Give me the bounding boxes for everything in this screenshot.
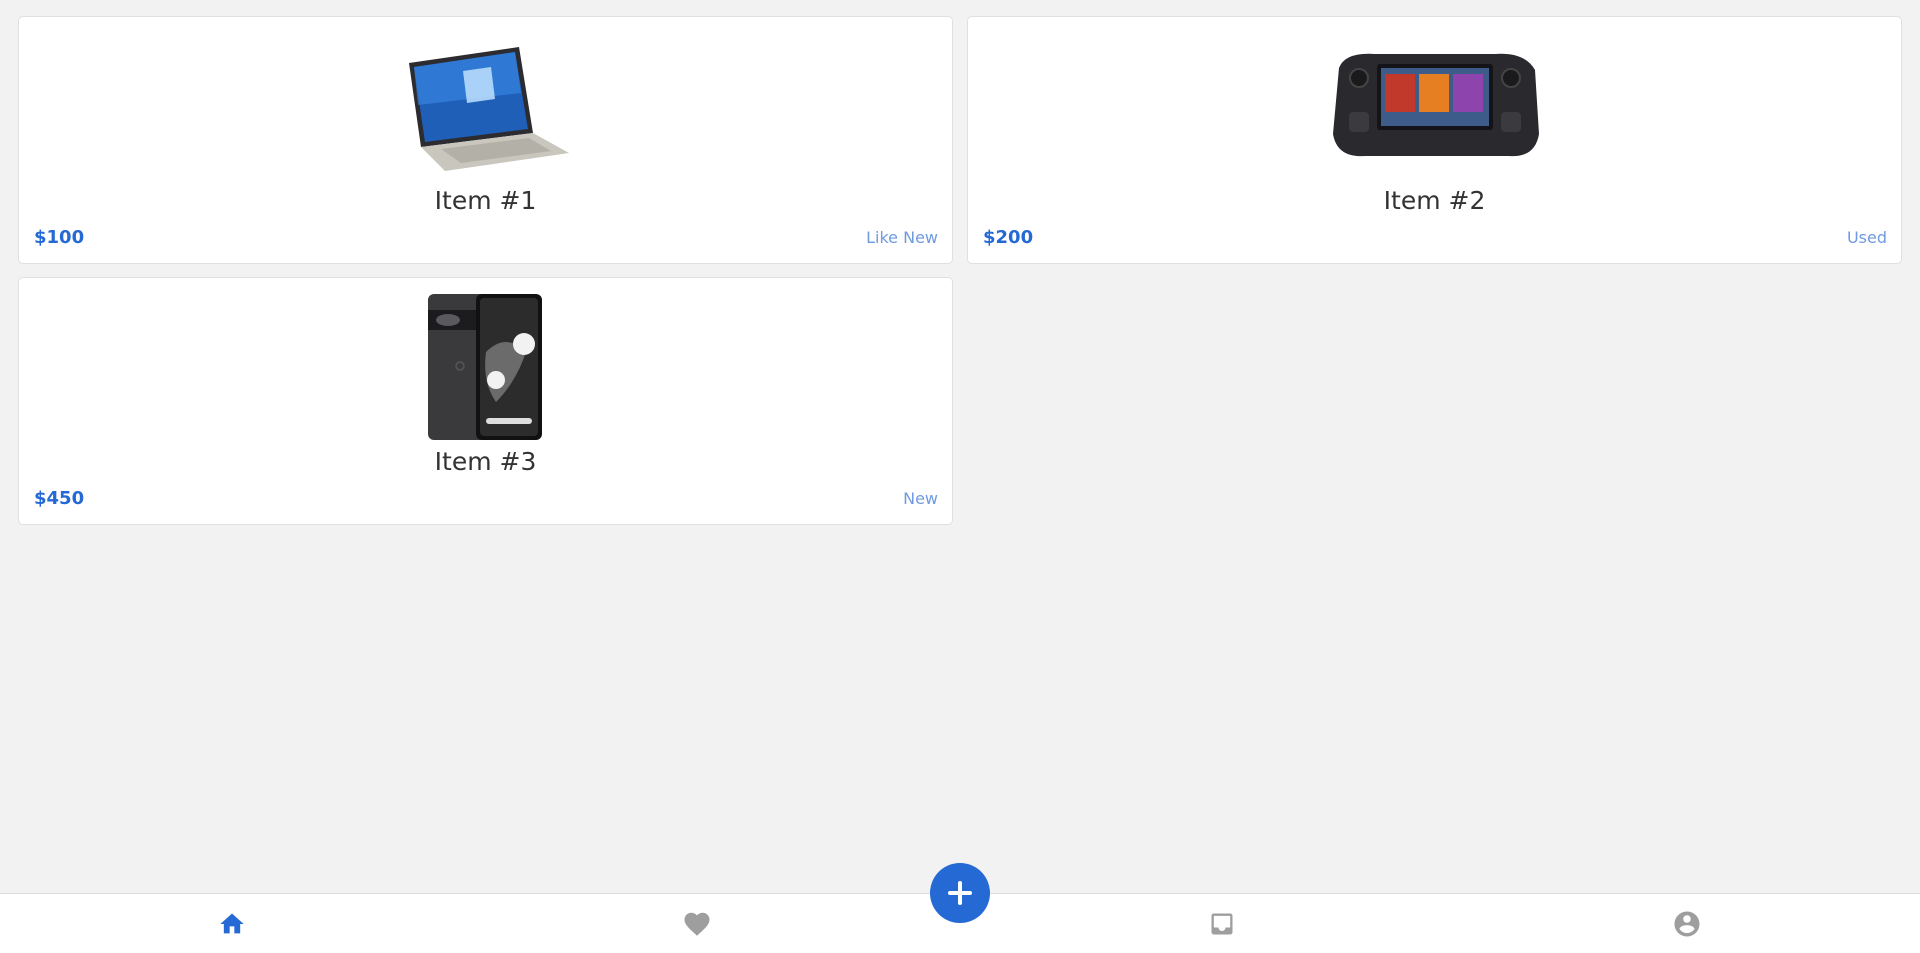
- handheld-console-image: [1315, 31, 1555, 181]
- item-condition: Like New: [866, 228, 938, 247]
- smartphone-image: [366, 292, 606, 442]
- listing-card[interactable]: Item #2 $200 Used: [967, 16, 1902, 264]
- nav-inbox-button[interactable]: [1206, 908, 1238, 940]
- item-title: Item #2: [1383, 186, 1486, 215]
- add-listing-button[interactable]: [930, 863, 990, 923]
- nav-account-button[interactable]: [1671, 908, 1703, 940]
- item-price: $200: [983, 227, 1034, 248]
- item-price: $450: [34, 488, 85, 509]
- listing-card[interactable]: Item #3 $450 New: [18, 277, 953, 525]
- item-price: $100: [34, 227, 85, 248]
- item-condition: Used: [1846, 228, 1887, 247]
- home-icon: [218, 910, 246, 938]
- nav-home-button[interactable]: [216, 908, 248, 940]
- plus-icon: [946, 879, 974, 907]
- item-condition: New: [903, 489, 938, 508]
- listing-card[interactable]: Item #1 $100 Like New: [18, 16, 953, 264]
- nav-favorites-button[interactable]: [681, 908, 713, 940]
- laptop-image: [366, 31, 606, 181]
- heart-icon: [682, 909, 712, 939]
- item-title: Item #1: [434, 186, 537, 215]
- inbox-icon: [1208, 910, 1236, 938]
- item-title: Item #3: [434, 447, 537, 476]
- account-icon: [1672, 909, 1702, 939]
- listing-grid: Item #1 $100 Like New Item #2 $200 Used: [18, 16, 1902, 525]
